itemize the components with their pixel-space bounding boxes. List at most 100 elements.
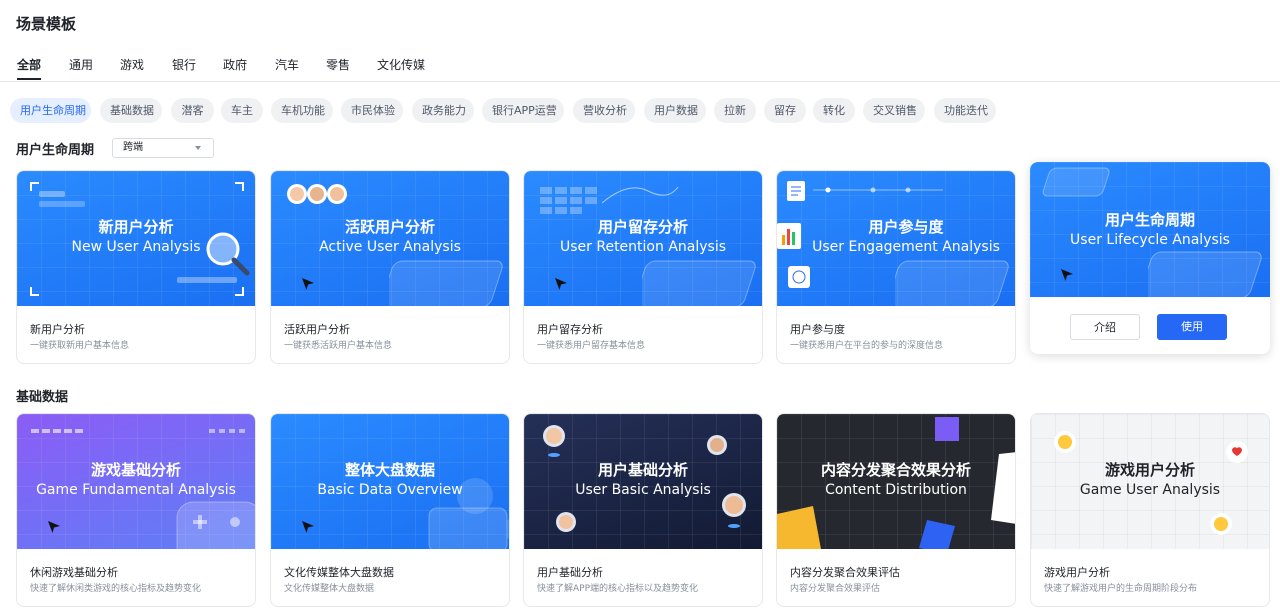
card-banner: 游戏用户分析 Game User Analysis	[1031, 414, 1269, 549]
panel-decoration	[1148, 251, 1262, 297]
chip-basic-data[interactable]: 基础数据	[100, 98, 162, 123]
banner-title-en: User Retention Analysis	[560, 239, 726, 255]
banner-title-cn: 游戏基础分析	[90, 461, 181, 479]
section-title-user-lifecycle: 用户生命周期	[16, 143, 95, 158]
card-description: 一键获取新用户基本信息	[30, 341, 130, 351]
cursor-icon	[48, 521, 60, 533]
chip-retention[interactable]: 留存	[764, 98, 806, 123]
card-name: 休闲游戏基础分析	[30, 566, 118, 579]
template-card-basic-data-overview[interactable]: 整体大盘数据 Basic Data Overview 文化传媒整体大盘数据 文化…	[270, 413, 510, 607]
template-card-game-user[interactable]: 游戏用户分析 Game User Analysis 游戏用户分析 快速了解游戏用…	[1030, 413, 1270, 607]
tab-auto[interactable]: 汽车	[275, 56, 299, 73]
tab-bank[interactable]: 银行	[172, 56, 196, 73]
banner-title-en: User Engagement Analysis	[812, 239, 1000, 255]
banner-title-en: User Lifecycle Analysis	[1070, 232, 1230, 248]
card-banner: 游戏基础分析 Game Fundamental Analysis	[17, 414, 255, 549]
platform-select-value: 跨端	[123, 142, 143, 153]
card-description: 快速了解游戏用户的生命周期阶段分布	[1044, 584, 1198, 594]
banner-title-cn: 用户生命周期	[1104, 211, 1195, 229]
card-name: 内容分发聚合效果评估	[790, 566, 900, 579]
card-banner: 内容分发聚合效果分析 Content Distribution	[777, 414, 1015, 549]
card-description: 一键获悉用户在平台的参与的深度信息	[790, 341, 944, 351]
table-grid-decoration	[540, 186, 679, 214]
card-name: 活跃用户分析	[284, 323, 350, 336]
tab-all[interactable]: 全部	[17, 56, 42, 80]
banner-title-en: Game User Analysis	[1079, 482, 1221, 498]
card-name: 用户基础分析	[537, 566, 603, 579]
card-banner: 用户生命周期 User Lifecycle Analysis	[1030, 162, 1270, 297]
card-name: 新用户分析	[30, 323, 85, 336]
banner-title-cn: 整体大盘数据	[344, 461, 435, 479]
chip-cross-selling[interactable]: 交叉销售	[863, 98, 925, 123]
chip-bank-app[interactable]: 银行APP运营	[482, 98, 564, 123]
card-banner: 整体大盘数据 Basic Data Overview	[271, 414, 509, 549]
use-button[interactable]: 使用	[1157, 314, 1227, 340]
tab-general[interactable]: 通用	[69, 56, 93, 73]
chip-acquisition[interactable]: 拉新	[714, 98, 756, 123]
banner-title-en: User Basic Analysis	[575, 482, 711, 498]
template-card-user-retention[interactable]: 用户留存分析 User Retention Analysis 用户留存分析 一键…	[523, 170, 763, 364]
category-tabs: 全部 通用 游戏 银行 政府 汽车 零售 文化传媒	[0, 50, 1280, 82]
clock-icon	[788, 266, 810, 288]
card-banner: 用户基础分析 User Basic Analysis	[524, 414, 762, 549]
template-card-user-engagement[interactable]: 用户参与度 User Engagement Analysis 用户参与度 一键获…	[776, 170, 1016, 364]
template-card-active-user[interactable]: 活跃用户分析 Active User Analysis 活跃用户分析 一键获悉活…	[270, 170, 510, 364]
card-description: 快速了解休闲类游戏的核心指标及趋势变化	[30, 584, 202, 594]
chip-user-data[interactable]: 用户数据	[644, 98, 706, 123]
cursor-icon	[1061, 269, 1073, 281]
chip-feature-iteration[interactable]: 功能迭代	[934, 98, 996, 123]
banner-title-en: New User Analysis	[71, 239, 201, 255]
avatar-group-icon	[287, 184, 347, 204]
timeline-decoration	[813, 187, 943, 193]
chip-user-lifecycle[interactable]: 用户生命周期	[10, 98, 91, 123]
tab-game[interactable]: 游戏	[120, 56, 144, 73]
banner-title-cn: 游戏用户分析	[1104, 461, 1195, 479]
template-card-content-distribution[interactable]: 内容分发聚合效果分析 Content Distribution 内容分发聚合效果…	[776, 413, 1016, 607]
cursor-icon	[302, 521, 314, 533]
card-banner: 新用户分析 New User Analysis	[17, 171, 255, 306]
chip-potential-customers[interactable]: 潜客	[171, 98, 214, 123]
card-name: 用户参与度	[790, 323, 845, 336]
tab-media[interactable]: 文化传媒	[377, 56, 425, 73]
card-banner: 活跃用户分析 Active User Analysis	[271, 171, 509, 306]
card-name: 用户留存分析	[537, 323, 603, 336]
chip-car-owners[interactable]: 车主	[221, 98, 263, 123]
platform-select[interactable]: 跨端	[112, 138, 214, 158]
dash-decoration	[31, 429, 245, 433]
banner-title-cn: 用户参与度	[868, 218, 944, 236]
chip-revenue-analysis[interactable]: 营收分析	[573, 98, 635, 123]
card-banner: 用户留存分析 User Retention Analysis	[524, 171, 762, 306]
template-card-new-user[interactable]: 新用户分析 New User Analysis 新用户分析 一键获取新用户基本信…	[16, 170, 256, 364]
banner-title-cn: 用户基础分析	[597, 461, 688, 479]
card-description: 文化传媒整体大盘数据	[284, 584, 375, 594]
document-icon	[787, 181, 805, 201]
template-card-game-fundamental[interactable]: 游戏基础分析 Game Fundamental Analysis 休闲游戏基础分…	[16, 413, 256, 607]
panel-decoration	[642, 260, 756, 306]
gamepad-icon	[176, 501, 255, 549]
cursor-icon	[302, 278, 314, 290]
chip-conversion[interactable]: 转化	[813, 98, 855, 123]
intro-button[interactable]: 介绍	[1070, 314, 1140, 340]
tab-retail[interactable]: 零售	[326, 56, 350, 73]
banner-title-en: Active User Analysis	[319, 239, 461, 255]
banner-title-cn: 新用户分析	[98, 218, 174, 236]
chip-government-ability[interactable]: 政务能力	[412, 98, 474, 123]
banner-title-en: Basic Data Overview	[317, 482, 463, 498]
panel-decoration	[895, 260, 1009, 306]
page-title: 场景模板	[16, 15, 77, 33]
banner-title-cn: 用户留存分析	[597, 218, 688, 236]
banner-title-cn: 内容分发聚合效果分析	[820, 461, 971, 479]
section-title-basic-data: 基础数据	[16, 390, 69, 405]
panel-decoration	[389, 260, 503, 306]
template-card-user-basic[interactable]: 用户基础分析 User Basic Analysis 用户基础分析 快速了解AP…	[523, 413, 763, 607]
card-description: 一键获悉用户留存基本信息	[537, 341, 646, 351]
tab-government[interactable]: 政府	[223, 56, 247, 73]
chip-citizen-experience[interactable]: 市民体验	[341, 98, 403, 123]
card-banner: 用户参与度 User Engagement Analysis	[777, 171, 1015, 306]
panel-decoration	[1042, 167, 1110, 197]
card-description: 快速了解APP端的核心指标以及趋势变化	[537, 584, 699, 594]
chevron-down-icon	[195, 146, 201, 150]
card-name: 游戏用户分析	[1044, 566, 1110, 579]
template-card-user-lifecycle[interactable]: 用户生命周期 User Lifecycle Analysis 介绍 使用	[1030, 162, 1270, 354]
chip-car-functions[interactable]: 车机功能	[271, 98, 333, 123]
